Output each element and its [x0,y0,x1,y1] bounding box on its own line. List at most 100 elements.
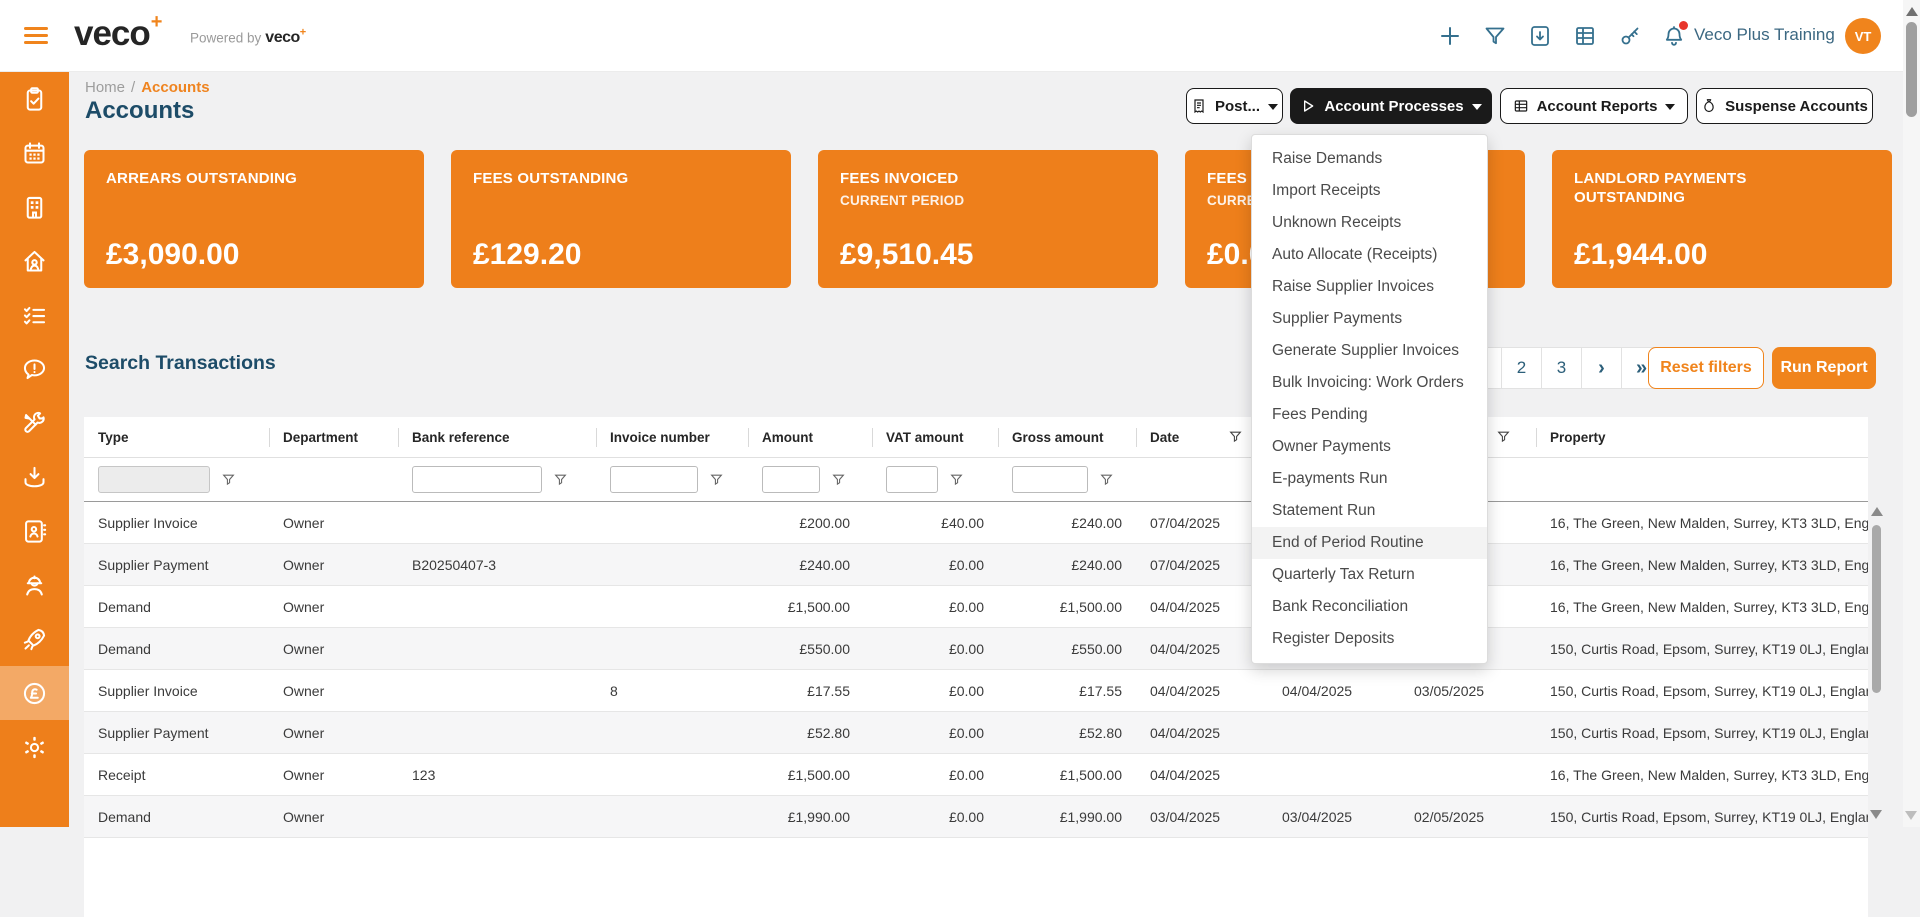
sidebar-item-checklist[interactable] [0,288,69,342]
notifications-bell-icon[interactable] [1662,24,1686,48]
column-header[interactable]: Amount [748,417,872,457]
cell-invoice_number [596,754,748,795]
table-row[interactable]: Supplier PaymentOwnerB20250407-3£240.00£… [84,544,1868,586]
gross-amount-filter-input[interactable] [1012,466,1088,493]
invoice-number-filter-input[interactable] [610,466,698,493]
filter-icon[interactable] [1483,24,1507,48]
filter-funnel-icon[interactable] [222,473,235,486]
column-header[interactable]: Type [84,417,269,457]
account-processes-button[interactable]: Account Processes [1290,88,1492,124]
account-processes-menu: Raise DemandsImport ReceiptsUnknown Rece… [1251,134,1488,664]
sidebar-item-maintenance-tools[interactable] [0,396,69,450]
filter-funnel-icon[interactable] [1497,430,1510,443]
menu-item[interactable]: Supplier Payments [1252,303,1487,335]
veco-logo: veco+ [74,14,160,54]
cell-invoice_number [596,796,748,837]
scroll-down-icon[interactable] [1905,811,1917,820]
table-row[interactable]: ReceiptOwner123£1,500.00£0.00£1,500.0004… [84,754,1868,796]
sidebar-item-chat-alert[interactable] [0,342,69,396]
sidebar-item-accounts-pound[interactable] [0,666,69,720]
sidebar-item-downloads[interactable] [0,450,69,504]
scroll-up-icon[interactable] [1906,7,1918,16]
table-header: TypeDepartmentBank referenceInvoice numb… [84,417,1868,458]
account-name[interactable]: Veco Plus Training [1694,25,1838,45]
table-row[interactable]: DemandOwner£550.00£0.00£550.0004/04/2025… [84,628,1868,670]
reset-filters-button[interactable]: Reset filters [1648,347,1764,389]
pager-next-button[interactable]: › [1581,347,1622,389]
menu-item[interactable]: Bank Reconciliation [1252,591,1487,623]
menu-item[interactable]: Bulk Invoicing: Work Orders [1252,367,1487,399]
amount-filter-input[interactable] [762,466,820,493]
menu-item[interactable]: Auto Allocate (Receipts) [1252,239,1487,271]
table-scrollbar[interactable] [1869,503,1884,827]
menu-item[interactable]: Fees Pending [1252,399,1487,431]
column-header[interactable]: Invoice number [596,417,748,457]
scroll-up-icon[interactable] [1871,507,1883,516]
sidebar-item-home-contact[interactable] [0,234,69,288]
sidebar-item-contractor[interactable] [0,558,69,612]
menu-item[interactable]: Generate Supplier Invoices [1252,335,1487,367]
cell-vat_amount: £0.00 [872,712,998,753]
scroll-down-icon[interactable] [1870,810,1882,819]
table-row[interactable]: DemandOwner£1,500.00£0.00£1,500.0004/04/… [84,586,1868,628]
column-header[interactable]: Department [269,417,398,457]
cell-bank_reference [398,712,596,753]
account-reports-button[interactable]: Account Reports [1500,88,1688,124]
avatar[interactable]: VT [1845,18,1881,54]
export-icon[interactable] [1528,24,1552,48]
cell-department: Owner [269,754,398,795]
table-row[interactable]: Supplier PaymentOwner£52.80£0.00£52.8004… [84,712,1868,754]
page-scrollbar-thumb[interactable] [1906,22,1917,117]
hamburger-menu-icon[interactable] [24,27,48,45]
kpi-subtitle: CURRENT PERIOD [840,193,1136,208]
cell-department: Owner [269,586,398,627]
pager-page-button[interactable]: 2 [1501,347,1542,389]
filter-funnel-icon[interactable] [950,473,963,486]
table-row[interactable]: Supplier InvoiceOwner£200.00£40.00£240.0… [84,502,1868,544]
filter-funnel-icon[interactable] [710,473,723,486]
sidebar-item-settings-gear[interactable] [0,720,69,774]
menu-item[interactable]: Raise Demands [1252,143,1487,175]
add-icon[interactable] [1438,24,1462,48]
sidebar-item-building[interactable] [0,180,69,234]
breadcrumb: Home/Accounts [85,79,210,96]
sidebar-item-calendar[interactable] [0,126,69,180]
menu-item[interactable]: Statement Run [1252,495,1487,527]
column-header[interactable]: VAT amount [872,417,998,457]
table-scrollbar-thumb[interactable] [1872,525,1881,693]
pager-page-button[interactable]: 3 [1541,347,1582,389]
key-icon[interactable] [1618,24,1642,48]
page-scrollbar[interactable] [1903,0,1920,827]
sidebar-item-tasks-clipboard[interactable] [0,72,69,126]
home-contact-icon [21,248,48,275]
menu-item[interactable]: Import Receipts [1252,175,1487,207]
filter-funnel-icon[interactable] [832,473,845,486]
menu-item[interactable]: Unknown Receipts [1252,207,1487,239]
run-report-button[interactable]: Run Report [1772,347,1876,389]
table-row[interactable]: DemandOwner£1,990.00£0.00£1,990.0003/04/… [84,796,1868,838]
grid-icon[interactable] [1573,24,1597,48]
vat-amount-filter-input[interactable] [886,466,938,493]
sidebar-item-rocket[interactable] [0,612,69,666]
column-header[interactable]: Gross amount [998,417,1136,457]
menu-item[interactable]: Raise Supplier Invoices [1252,271,1487,303]
column-header[interactable]: Bank reference [398,417,596,457]
filter-funnel-icon[interactable] [1229,430,1242,443]
cell-gross_amount: £1,990.00 [998,796,1136,837]
column-header[interactable]: Property [1536,417,1868,457]
menu-item[interactable]: Quarterly Tax Return [1252,559,1487,591]
menu-item[interactable]: E-payments Run [1252,463,1487,495]
post-button[interactable]: Post... [1186,88,1283,124]
type-filter-select[interactable] [98,466,210,493]
filter-funnel-icon[interactable] [1100,473,1113,486]
column-header[interactable]: Date [1136,417,1268,457]
menu-item[interactable]: Register Deposits [1252,623,1487,655]
bank-reference-filter-input[interactable] [412,466,542,493]
menu-item[interactable]: Owner Payments [1252,431,1487,463]
suspense-accounts-button[interactable]: Suspense Accounts [1696,88,1873,124]
breadcrumb-home[interactable]: Home [85,79,125,96]
filter-funnel-icon[interactable] [554,473,567,486]
sidebar-item-contact-card[interactable] [0,504,69,558]
table-row[interactable]: Supplier InvoiceOwner8£17.55£0.00£17.550… [84,670,1868,712]
menu-item[interactable]: End of Period Routine [1252,527,1487,559]
